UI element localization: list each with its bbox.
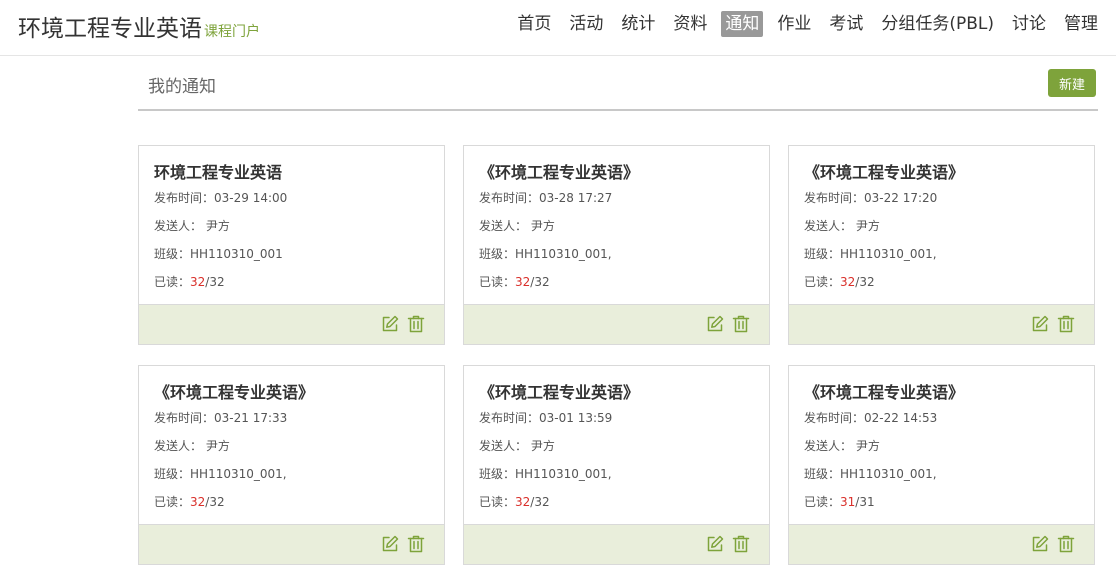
- edit-icon[interactable]: [1030, 314, 1050, 334]
- notice-title[interactable]: 《环境工程专业英语》: [479, 159, 639, 183]
- notice-class: 班级：HH110310_001,: [804, 467, 937, 481]
- notice-title[interactable]: 《环境工程专业英语》: [479, 379, 639, 403]
- notice-card-body: 《环境工程专业英语》 发布时间：03-22 17:20 发送人： 尹方 班级：H…: [789, 146, 1094, 304]
- main-nav: 首页 活动 统计 资料 通知 作业 考试 分组任务(PBL) 讨论 管理: [503, 11, 1102, 37]
- notice-card[interactable]: 《环境工程专业英语》 发布时间：03-21 17:33 发送人： 尹方 班级：H…: [138, 365, 445, 565]
- trash-icon[interactable]: [1056, 534, 1076, 554]
- trash-icon[interactable]: [406, 534, 426, 554]
- course-title: 环境工程专业英语: [18, 16, 202, 42]
- notice-card-body: 《环境工程专业英语》 发布时间：03-01 13:59 发送人： 尹方 班级：H…: [464, 366, 769, 524]
- trash-icon[interactable]: [731, 314, 751, 334]
- notice-card[interactable]: 《环境工程专业英语》 发布时间：03-22 17:20 发送人： 尹方 班级：H…: [788, 145, 1095, 345]
- notice-publish-time: 发布时间：02-22 14:53: [804, 411, 938, 425]
- nav-materials[interactable]: 资料: [669, 11, 711, 37]
- notice-publish-time: 发布时间：03-28 17:27: [479, 191, 613, 205]
- notice-card-actions: [789, 304, 1094, 344]
- notice-read-status: 已读：32/32: [479, 275, 550, 289]
- notice-read-status: 已读：32/32: [804, 275, 875, 289]
- notice-card[interactable]: 《环境工程专业英语》 发布时间：03-28 17:27 发送人： 尹方 班级：H…: [463, 145, 770, 345]
- notice-sender: 发送人： 尹方: [804, 219, 880, 233]
- nav-discussion[interactable]: 讨论: [1008, 11, 1050, 37]
- course-portal-label: 课程门户: [204, 24, 260, 40]
- new-notice-button[interactable]: 新建: [1048, 69, 1096, 97]
- notice-title[interactable]: 环境工程专业英语: [154, 159, 282, 183]
- notice-card[interactable]: 环境工程专业英语 发布时间：03-29 14:00 发送人： 尹方 班级：HH1…: [138, 145, 445, 345]
- nav-group-tasks[interactable]: 分组任务(PBL): [877, 11, 998, 37]
- edit-icon[interactable]: [380, 534, 400, 554]
- notice-card-body: 《环境工程专业英语》 发布时间：03-21 17:33 发送人： 尹方 班级：H…: [139, 366, 444, 524]
- notice-card-actions: [464, 524, 769, 564]
- notice-card-body: 《环境工程专业英语》 发布时间：03-28 17:27 发送人： 尹方 班级：H…: [464, 146, 769, 304]
- trash-icon[interactable]: [731, 534, 751, 554]
- edit-icon[interactable]: [1030, 534, 1050, 554]
- notice-sender: 发送人： 尹方: [154, 439, 230, 453]
- notice-read-status: 已读：32/32: [154, 495, 225, 509]
- notice-class: 班级：HH110310_001,: [479, 247, 612, 261]
- notice-publish-time: 发布时间：03-29 14:00: [154, 191, 288, 205]
- notice-sender: 发送人： 尹方: [479, 439, 555, 453]
- notice-publish-time: 发布时间：03-01 13:59: [479, 411, 613, 425]
- notice-card-actions: [789, 524, 1094, 564]
- notice-publish-time: 发布时间：03-22 17:20: [804, 191, 938, 205]
- notice-read-status: 已读：32/32: [154, 275, 225, 289]
- notice-sender: 发送人： 尹方: [804, 439, 880, 453]
- nav-homework[interactable]: 作业: [773, 11, 815, 37]
- notice-card-body: 《环境工程专业英语》 发布时间：02-22 14:53 发送人： 尹方 班级：H…: [789, 366, 1094, 524]
- nav-exams[interactable]: 考试: [825, 11, 867, 37]
- notice-read-status: 已读：32/32: [479, 495, 550, 509]
- notice-read-status: 已读：31/31: [804, 495, 875, 509]
- notice-card-actions: [139, 304, 444, 344]
- section-header: 我的通知 新建: [138, 57, 1098, 111]
- notice-card-body: 环境工程专业英语 发布时间：03-29 14:00 发送人： 尹方 班级：HH1…: [139, 146, 444, 304]
- notice-publish-time: 发布时间：03-21 17:33: [154, 411, 288, 425]
- edit-icon[interactable]: [705, 534, 725, 554]
- notice-class: 班级：HH110310_001,: [154, 467, 287, 481]
- notice-sender: 发送人： 尹方: [479, 219, 555, 233]
- notice-sender: 发送人： 尹方: [154, 219, 230, 233]
- nav-notices[interactable]: 通知: [721, 11, 764, 37]
- nav-manage[interactable]: 管理: [1060, 11, 1102, 37]
- nav-home[interactable]: 首页: [513, 11, 555, 37]
- nav-activities[interactable]: 活动: [565, 11, 607, 37]
- notice-class: 班级：HH110310_001,: [479, 467, 612, 481]
- top-header: 环境工程专业英语 课程门户 首页 活动 统计 资料 通知 作业 考试 分组任务(P…: [0, 0, 1116, 56]
- section-title: 我的通知: [148, 77, 216, 97]
- edit-icon[interactable]: [705, 314, 725, 334]
- nav-statistics[interactable]: 统计: [617, 11, 659, 37]
- notice-title[interactable]: 《环境工程专业英语》: [804, 159, 964, 183]
- trash-icon[interactable]: [406, 314, 426, 334]
- course-brand[interactable]: 环境工程专业英语 课程门户: [18, 9, 260, 43]
- notice-class: 班级：HH110310_001: [154, 247, 283, 261]
- notice-card-actions: [139, 524, 444, 564]
- notice-card-actions: [464, 304, 769, 344]
- edit-icon[interactable]: [380, 314, 400, 334]
- notice-title[interactable]: 《环境工程专业英语》: [154, 379, 314, 403]
- notice-class: 班级：HH110310_001,: [804, 247, 937, 261]
- notice-title[interactable]: 《环境工程专业英语》: [804, 379, 964, 403]
- notice-card[interactable]: 《环境工程专业英语》 发布时间：02-22 14:53 发送人： 尹方 班级：H…: [788, 365, 1095, 565]
- notice-card[interactable]: 《环境工程专业英语》 发布时间：03-01 13:59 发送人： 尹方 班级：H…: [463, 365, 770, 565]
- trash-icon[interactable]: [1056, 314, 1076, 334]
